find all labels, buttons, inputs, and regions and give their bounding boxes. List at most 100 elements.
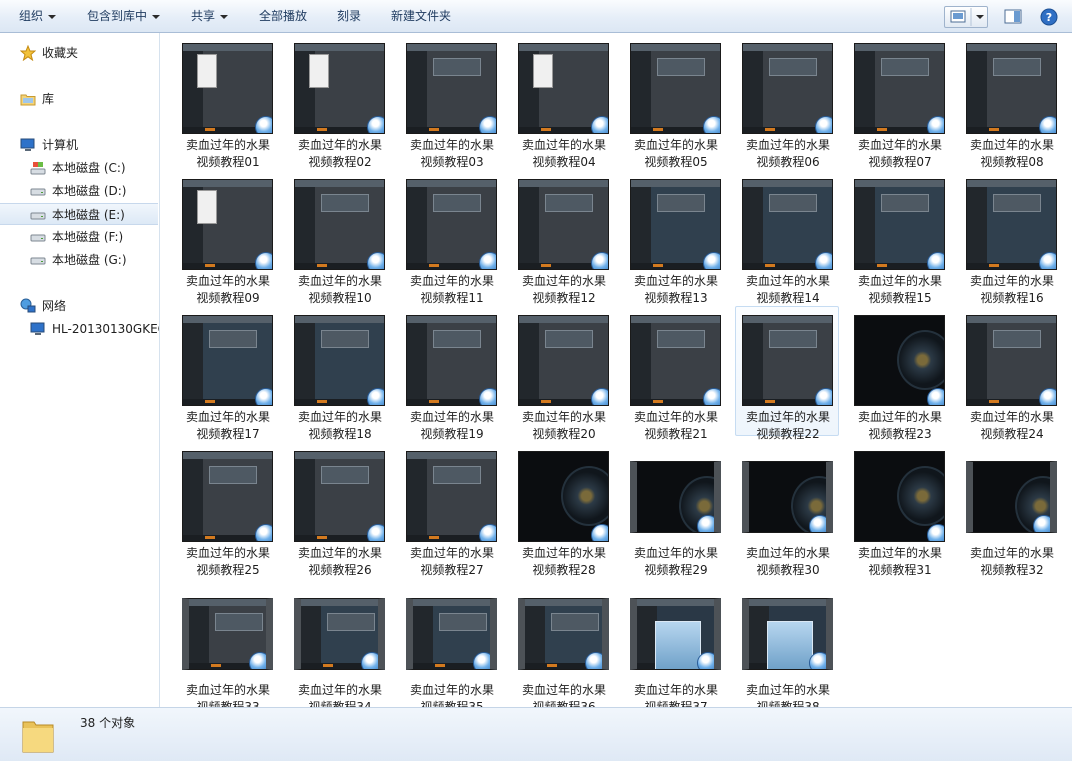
file-item[interactable]: 卖血过年的水果 视频教程21: [623, 306, 727, 441]
file-item[interactable]: 卖血过年的水果 视频教程09: [175, 170, 279, 305]
video-thumbnail: [406, 315, 497, 406]
file-item[interactable]: 卖血过年的水果 视频教程02: [287, 34, 391, 169]
video-thumbnail: [406, 451, 497, 542]
file-item[interactable]: 卖血过年的水果 视频教程31: [847, 442, 951, 577]
sidebar-item-computer[interactable]: 计算机: [0, 134, 159, 156]
file-name-line1: 卖血过年的水果: [857, 546, 942, 560]
video-thumbnail: [406, 43, 497, 134]
file-item[interactable]: 卖血过年的水果 视频教程25: [175, 442, 279, 577]
media-player-icon: [809, 652, 826, 669]
sidebar-item-drive-g[interactable]: 本地磁盘 (G:): [0, 249, 159, 271]
sidebar-item-library[interactable]: 库: [0, 88, 159, 110]
new-folder-button[interactable]: 新建文件夹: [391, 0, 451, 33]
preview-pane-button[interactable]: [1000, 6, 1024, 28]
file-item[interactable]: 卖血过年的水果 视频教程38: [735, 579, 839, 707]
media-player-icon: [927, 524, 944, 541]
file-item[interactable]: 卖血过年的水果 视频教程28: [511, 442, 615, 577]
sidebar-item-network[interactable]: 网络: [0, 295, 159, 317]
sidebar-item-label: 本地磁盘 (E:): [52, 208, 125, 222]
file-item[interactable]: 卖血过年的水果 视频教程29: [623, 442, 727, 577]
video-thumbnail: [630, 461, 721, 533]
file-item[interactable]: 卖血过年的水果 视频教程30: [735, 442, 839, 577]
organize-button[interactable]: 组织: [19, 0, 57, 33]
file-item[interactable]: 卖血过年的水果 视频教程26: [287, 442, 391, 577]
file-item[interactable]: 卖血过年的水果 视频教程10: [287, 170, 391, 305]
file-item[interactable]: 卖血过年的水果 视频教程05: [623, 34, 727, 169]
file-item[interactable]: 卖血过年的水果 视频教程11: [399, 170, 503, 305]
file-name-line2: 视频教程18: [308, 427, 372, 441]
media-player-icon: [1033, 515, 1050, 532]
sidebar-item-drive-e[interactable]: 本地磁盘 (E:): [0, 203, 158, 225]
file-item[interactable]: 卖血过年的水果 视频教程06: [735, 34, 839, 169]
file-item[interactable]: 卖血过年的水果 视频教程32: [959, 442, 1063, 577]
file-item[interactable]: 卖血过年的水果 视频教程33: [175, 579, 279, 707]
media-player-icon: [927, 116, 944, 133]
file-item[interactable]: 卖血过年的水果 视频教程27: [399, 442, 503, 577]
sidebar-item-label: 本地磁盘 (D:): [52, 184, 127, 198]
file-item[interactable]: 卖血过年的水果 视频教程15: [847, 170, 951, 305]
file-item[interactable]: 卖血过年的水果 视频教程12: [511, 170, 615, 305]
file-item[interactable]: 卖血过年的水果 视频教程24: [959, 306, 1063, 441]
video-thumbnail: [854, 451, 945, 542]
sidebar-item-label: 库: [42, 92, 55, 106]
file-item[interactable]: 卖血过年的水果 视频教程14: [735, 170, 839, 305]
play-all-button[interactable]: 全部播放: [259, 0, 307, 33]
file-item[interactable]: 卖血过年的水果 视频教程13: [623, 170, 727, 305]
file-item[interactable]: 卖血过年的水果 视频教程03: [399, 34, 503, 169]
help-button[interactable]: ?: [1036, 6, 1060, 28]
file-name-line2: 视频教程34: [308, 700, 372, 707]
library-folder-icon: [20, 94, 36, 106]
file-name-line2: 视频教程04: [532, 155, 596, 169]
file-name-line1: 卖血过年的水果: [185, 683, 270, 697]
file-item[interactable]: 卖血过年的水果 视频教程19: [399, 306, 503, 441]
file-item[interactable]: 卖血过年的水果 视频教程16: [959, 170, 1063, 305]
sidebar-item-label: 本地磁盘 (G:): [52, 253, 127, 267]
sidebar-item-network-host[interactable]: HL-20130130GKEG: [0, 318, 159, 340]
media-player-icon: [367, 252, 384, 269]
file-name-line2: 视频教程20: [532, 427, 596, 441]
sidebar-item-favorites[interactable]: 收藏夹: [0, 42, 159, 64]
media-player-icon: [815, 252, 832, 269]
file-name-line1: 卖血过年的水果: [297, 546, 382, 560]
file-item[interactable]: 卖血过年的水果 视频教程34: [287, 579, 391, 707]
file-item[interactable]: 卖血过年的水果 视频教程23: [847, 306, 951, 441]
share-button[interactable]: 共享: [191, 0, 229, 33]
file-item[interactable]: 卖血过年的水果 视频教程35: [399, 579, 503, 707]
file-name: 卖血过年的水果 视频教程09: [176, 273, 280, 307]
file-name: 卖血过年的水果 视频教程22: [736, 409, 840, 443]
video-thumbnail: [182, 43, 273, 134]
video-thumbnail: [630, 315, 721, 406]
include-in-library-button[interactable]: 包含到库中: [87, 0, 161, 33]
sidebar-item-drive-d[interactable]: 本地磁盘 (D:): [0, 180, 159, 202]
file-name-line1: 卖血过年的水果: [745, 683, 830, 697]
file-name-line1: 卖血过年的水果: [185, 546, 270, 560]
file-item[interactable]: 卖血过年的水果 视频教程20: [511, 306, 615, 441]
change-view-button[interactable]: [944, 6, 988, 28]
file-name: 卖血过年的水果 视频教程19: [400, 409, 504, 443]
video-thumbnail: [294, 43, 385, 134]
file-name-line1: 卖血过年的水果: [521, 683, 606, 697]
file-name: 卖血过年的水果 视频教程24: [960, 409, 1064, 443]
file-item[interactable]: 卖血过年的水果 视频教程17: [175, 306, 279, 441]
sidebar-item-drive-f[interactable]: 本地磁盘 (F:): [0, 226, 159, 248]
burn-button[interactable]: 刻录: [337, 0, 361, 33]
file-item[interactable]: 卖血过年的水果 视频教程22: [735, 306, 839, 441]
computer-icon: [20, 138, 35, 151]
file-name-line1: 卖血过年的水果: [633, 546, 718, 560]
file-name: 卖血过年的水果 视频教程04: [512, 137, 616, 171]
file-name: 卖血过年的水果 视频教程28: [512, 545, 616, 579]
file-name-line1: 卖血过年的水果: [969, 138, 1054, 152]
file-item[interactable]: 卖血过年的水果 视频教程07: [847, 34, 951, 169]
file-name: 卖血过年的水果 视频教程06: [736, 137, 840, 171]
file-item[interactable]: 卖血过年的水果 视频教程08: [959, 34, 1063, 169]
file-item[interactable]: 卖血过年的水果 视频教程18: [287, 306, 391, 441]
file-item[interactable]: 卖血过年的水果 视频教程37: [623, 579, 727, 707]
file-name-line2: 视频教程06: [756, 155, 820, 169]
file-item[interactable]: 卖血过年的水果 视频教程04: [511, 34, 615, 169]
file-item[interactable]: 卖血过年的水果 视频教程01: [175, 34, 279, 169]
star-icon: [20, 45, 36, 61]
sidebar-item-drive-c[interactable]: 本地磁盘 (C:): [0, 157, 159, 179]
file-name-line1: 卖血过年的水果: [521, 410, 606, 424]
file-item[interactable]: 卖血过年的水果 视频教程36: [511, 579, 615, 707]
video-thumbnail: [966, 315, 1057, 406]
